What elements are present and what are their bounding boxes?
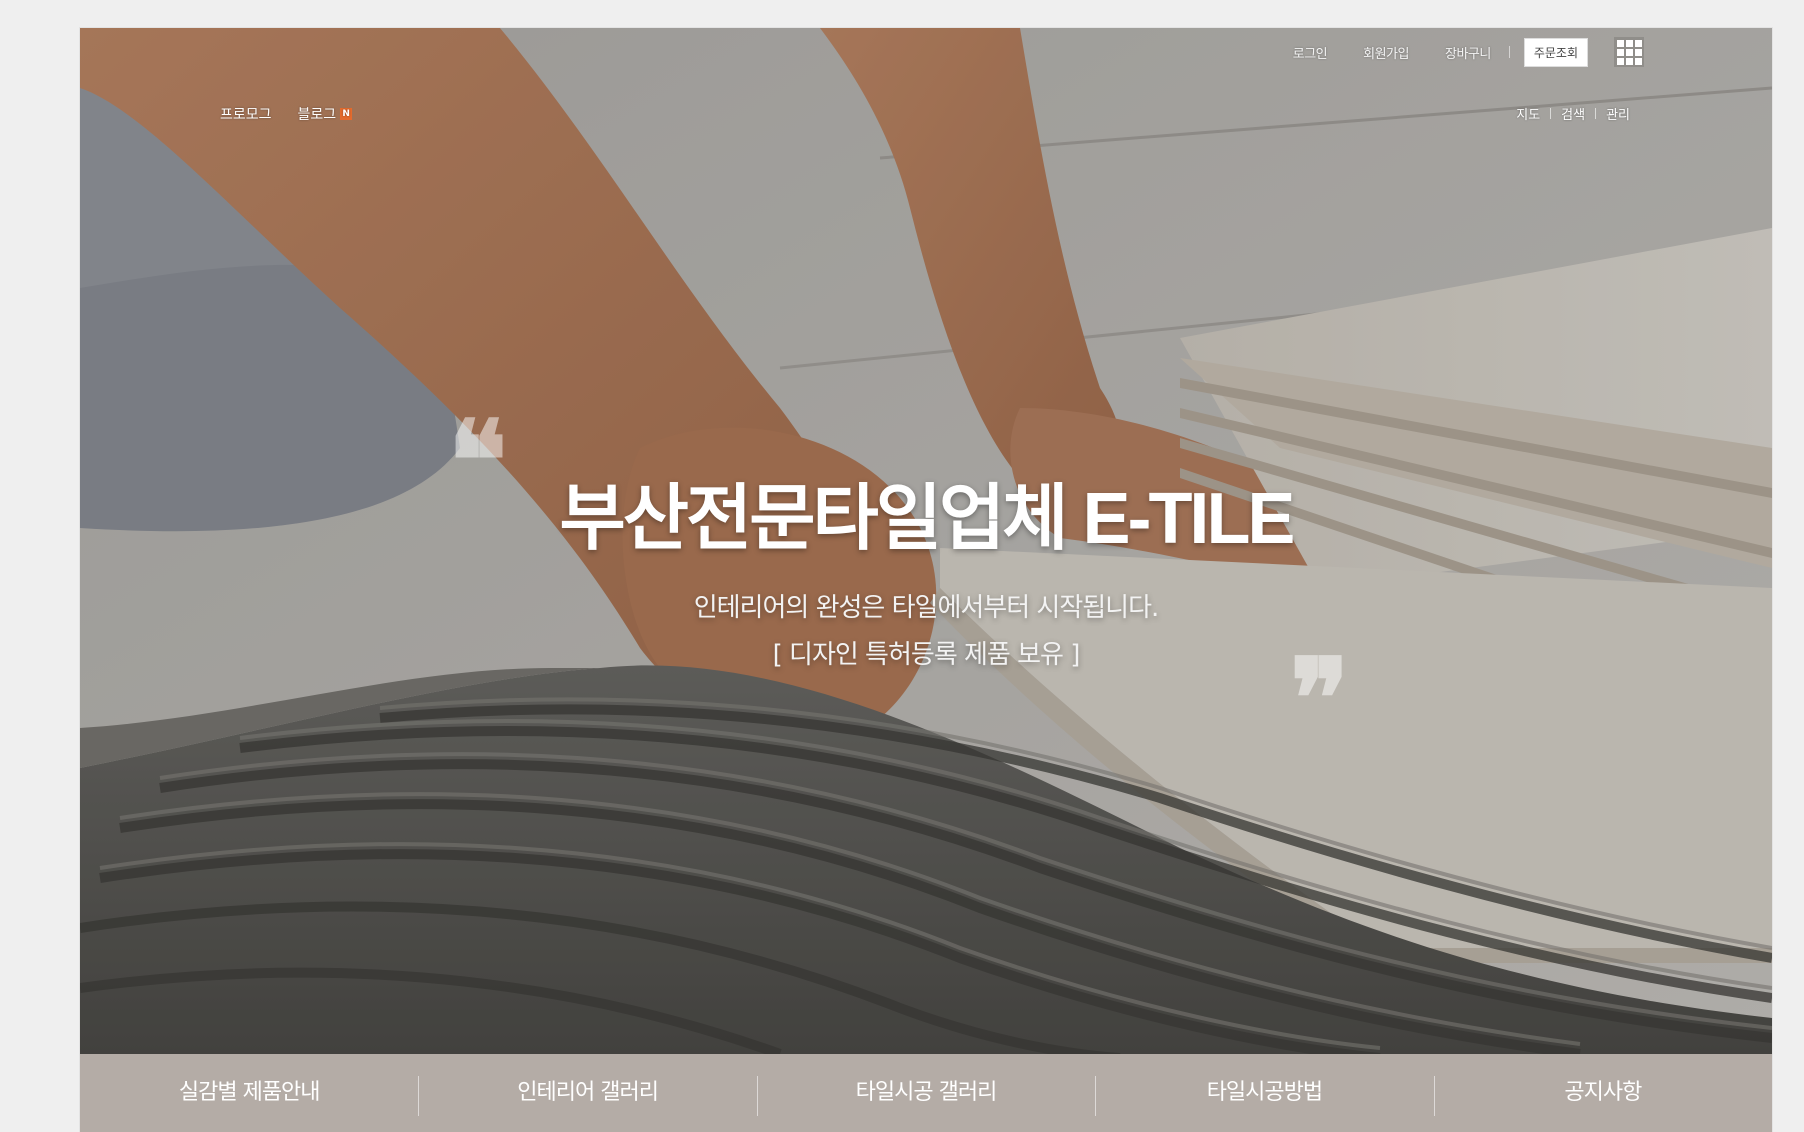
nav-item-products[interactable]: 실감별 제품안내 — [80, 1054, 418, 1132]
new-badge: N — [340, 108, 353, 120]
login-link[interactable]: 로그인 — [1275, 43, 1345, 62]
nav-item-interior-gallery[interactable]: 인테리어 갤러리 — [418, 1054, 756, 1132]
nav-item-tile-gallery[interactable]: 타일시공 갤러리 — [756, 1054, 1095, 1132]
admin-link[interactable]: 관리 — [1606, 104, 1630, 123]
order-lookup-button[interactable]: 주문조회 — [1523, 37, 1588, 67]
page-frame: 로그인 회원가입 장바구니 주문조회 프로모그 블로그 N 지도 검색 관리 ❝… — [80, 28, 1772, 1132]
hero-title: 부산전문타일업체 E-TILE — [559, 479, 1296, 559]
grid-menu-icon[interactable] — [1614, 37, 1644, 67]
right-links: 지도 검색 관리 — [1516, 104, 1630, 123]
search-link[interactable]: 검색 — [1561, 104, 1585, 123]
utility-bar: 로그인 회원가입 장바구니 주문조회 — [1275, 37, 1644, 67]
promo-link[interactable]: 프로모그 — [220, 104, 272, 124]
hero-subtitle: 인테리어의 완성은 타일에서부터 시작됩니다. — [693, 593, 1160, 624]
cart-link[interactable]: 장바구니 — [1427, 43, 1509, 62]
right-links-divider — [1550, 108, 1552, 119]
hero-banner: 로그인 회원가입 장바구니 주문조회 프로모그 블로그 N 지도 검색 관리 ❝… — [80, 28, 1772, 1054]
right-links-divider — [1595, 108, 1597, 119]
left-links: 프로모그 블로그 N — [220, 104, 353, 124]
promo-link-label: 프로모그 — [220, 107, 272, 123]
hero-subtitle-patent: [ 디자인 특허등록 제품 보유 ] — [772, 640, 1081, 671]
nav-item-tile-method[interactable]: 타일시공방법 — [1095, 1054, 1433, 1132]
blog-link[interactable]: 블로그 N — [298, 104, 353, 124]
hero-text-block: 부산전문타일업체 E-TILE 인테리어의 완성은 타일에서부터 시작됩니다. … — [80, 479, 1772, 671]
map-link[interactable]: 지도 — [1516, 104, 1540, 123]
nav-item-notice[interactable]: 공지사항 — [1433, 1054, 1772, 1132]
utility-divider — [1508, 46, 1510, 58]
signup-link[interactable]: 회원가입 — [1345, 43, 1427, 62]
blog-link-label: 블로그 — [297, 107, 337, 123]
main-nav: 실감별 제품안내 인테리어 갤러리 타일시공 갤러리 타일시공방법 공지사항 — [80, 1054, 1772, 1132]
